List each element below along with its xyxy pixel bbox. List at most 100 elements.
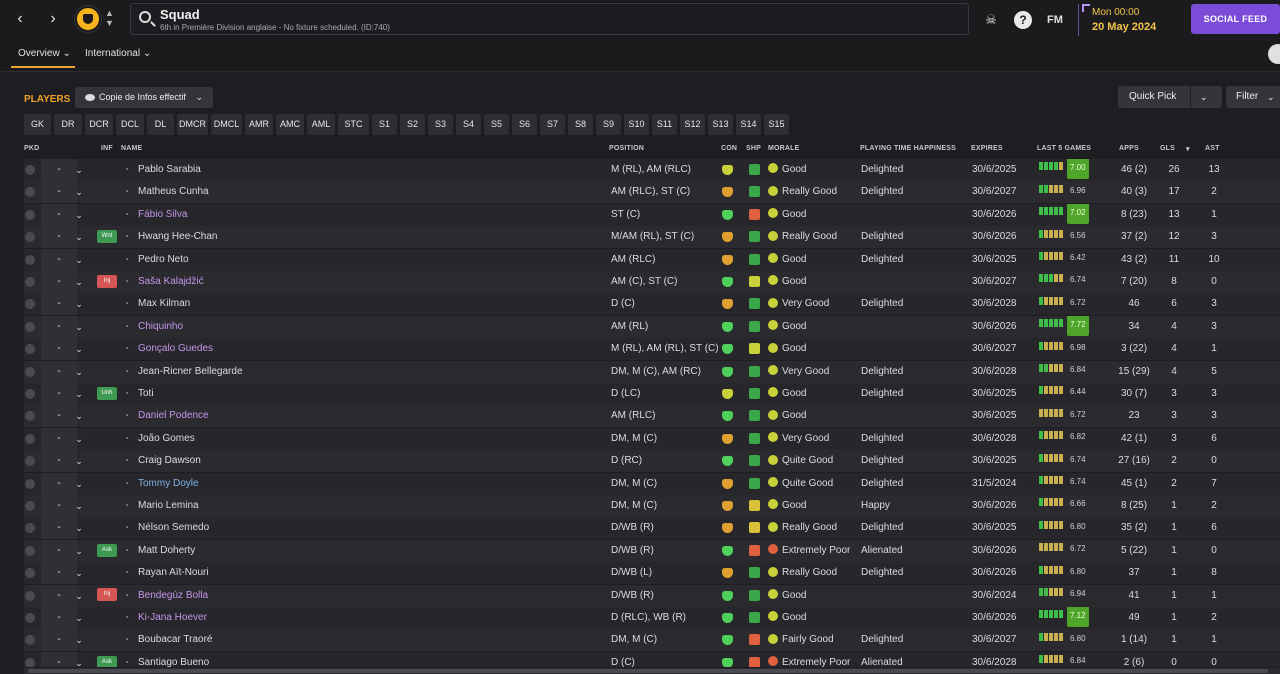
chevron-down-icon[interactable]: ⌄ [69,585,89,607]
chevron-down-icon[interactable]: ⌄ [69,383,89,405]
position-filter-stc[interactable]: STC [338,114,369,135]
position-filter-s1[interactable]: S1 [372,114,397,135]
club-switch-arrows-icon[interactable]: ▲ ▼ [105,8,114,28]
chevron-down-icon[interactable]: ⌄ [69,629,89,651]
table-row[interactable]: - ⌄ ◔ Max Kilman D (C) Very Good Delighted 30/6… [24,293,1280,316]
position-filter-s15[interactable]: S15 [764,114,789,135]
player-name[interactable]: Nélson Semedo [138,517,308,539]
column-header-expires[interactable]: EXPIRES [971,145,1003,152]
position-filter-s8[interactable]: S8 [568,114,593,135]
picked-toggle[interactable] [24,428,40,450]
picked-toggle[interactable] [24,473,40,495]
chevron-down-icon[interactable]: ⌄ [69,316,89,338]
chevron-down-icon[interactable]: ⌄ [69,428,89,450]
position-filter-s3[interactable]: S3 [428,114,453,135]
picked-toggle[interactable] [24,495,40,517]
info-badge[interactable]: Ask [97,655,117,667]
view-selector[interactable]: Copie de Infos effectif ⌄ [75,87,213,108]
position-filter-s6[interactable]: S6 [512,114,537,135]
player-name[interactable]: João Gomes [138,428,308,450]
position-filter-dcl[interactable]: DCL [116,114,144,135]
picked-toggle[interactable] [24,517,40,539]
table-row[interactable]: - ⌄ ◔ Pablo Sarabia M (RL), AM (RLC) Good Deli… [24,159,1280,181]
position-filter-dmcl[interactable]: DMCL [211,114,242,135]
chevron-down-icon[interactable]: ⌄ [69,405,89,427]
picked-toggle[interactable] [24,585,40,607]
table-row[interactable]: - ⌄ ◔ Tommy Doyle DM, M (C) Quite Good Delight… [24,472,1280,495]
position-filter-dr[interactable]: DR [54,114,82,135]
chevron-down-icon[interactable]: ⌄ [69,540,89,562]
picked-toggle[interactable] [24,316,40,338]
chevron-down-icon[interactable]: ⌄ [69,293,89,315]
tab-overview[interactable]: Overview ⌄ [11,48,75,68]
position-filter-s7[interactable]: S7 [540,114,565,135]
player-name[interactable]: Craig Dawson [138,450,308,472]
chevron-down-icon[interactable]: ⌄ [69,181,89,203]
picked-toggle[interactable] [24,226,40,248]
player-name[interactable]: Matheus Cunha [138,181,308,203]
chevron-down-icon[interactable]: ⌄ [69,562,89,584]
table-row[interactable]: - ⌄ ◔ Jean-Ricner Bellegarde DM, M (C), AM (… [24,360,1280,383]
position-filter-gk[interactable]: GK [24,114,51,135]
player-name[interactable]: Chiquinho [138,316,308,338]
table-row[interactable]: - ⌄ ◔ Craig Dawson D (RC) Quite Good Delighted… [24,450,1280,473]
player-name[interactable]: Pedro Neto [138,249,308,271]
table-row[interactable]: - ⌄ Wnt ◔ Hwang Hee-Chan M/AM (RL), ST (C) Rea… [24,226,1280,249]
table-row[interactable]: - ⌄ ◔ Ki-Jana Hoever D (RLC), WB (R) Good 30/6… [24,607,1280,629]
position-filter-s13[interactable]: S13 [708,114,733,135]
club-crest-icon[interactable] [75,6,101,32]
info-badge[interactable]: Unh [97,386,117,400]
chevron-down-icon[interactable]: ⌄ [69,361,89,383]
position-filter-aml[interactable]: AML [307,114,335,135]
table-row[interactable]: - ⌄ ◔ Rayan Aït-Nouri D/WB (L) Really Good Del… [24,562,1280,585]
position-filter-s11[interactable]: S11 [652,114,677,135]
table-row[interactable]: - ⌄ ◔ Gonçalo Guedes M (RL), AM (RL), ST (C)… [24,338,1280,361]
table-row[interactable]: - ⌄ ◔ Daniel Podence AM (RLC) Good 30/6/2025 6.… [24,405,1280,428]
picked-toggle[interactable] [24,159,40,181]
player-name[interactable]: Boubacar Traoré [138,629,308,651]
picked-toggle[interactable] [24,293,40,315]
picked-toggle[interactable] [24,607,40,629]
player-name[interactable]: Jean-Ricner Bellegarde [138,361,308,383]
info-badge[interactable]: Wnt [97,230,117,244]
player-name[interactable]: Rayan Aït-Nouri [138,562,308,584]
table-row[interactable]: - ⌄ ◔ Pedro Neto AM (RLC) Good Delighted 30/6/2… [24,248,1280,271]
social-feed-button[interactable]: SOCIAL FEED [1191,4,1280,34]
player-name[interactable]: Saša Kalajdžić [138,271,308,293]
position-filter-s14[interactable]: S14 [736,114,761,135]
position-filter-s12[interactable]: S12 [680,114,705,135]
picked-toggle[interactable] [24,629,40,651]
player-name[interactable]: Toti [138,383,308,405]
info-badge[interactable]: Inj [97,274,117,288]
chevron-down-icon[interactable]: ⌄ [69,338,89,360]
quick-pick-button[interactable]: Quick Pick ⌄ [1118,86,1222,108]
position-filter-s5[interactable]: S5 [484,114,509,135]
chevron-down-icon[interactable]: ⌄ [1200,86,1208,108]
chevron-down-icon[interactable]: ⌄ [69,204,89,226]
scrollbar-thumb[interactable] [28,669,1268,673]
column-header-gls[interactable]: GLS [1160,145,1175,152]
chevron-down-icon[interactable]: ⌄ [69,652,89,667]
player-name[interactable]: Ki-Jana Hoever [138,607,308,629]
player-name[interactable]: Bendegúz Bolla [138,585,308,607]
chevron-down-icon[interactable]: ⌄ [69,226,89,248]
picked-toggle[interactable] [24,271,40,293]
column-header-position[interactable]: POSITION [609,145,644,152]
picked-toggle[interactable] [24,361,40,383]
picked-toggle[interactable] [24,450,40,472]
player-name[interactable]: Mario Lemina [138,495,308,517]
info-badge[interactable]: Ask [97,543,117,557]
chevron-down-icon[interactable]: ⌄ [69,450,89,472]
table-row[interactable]: - ⌄ ◔ Boubacar Traoré DM, M (C) Fairly Good De… [24,629,1280,652]
player-name[interactable]: Santiago Bueno [138,652,308,667]
chevron-down-icon[interactable]: ⌄ [69,473,89,495]
player-name[interactable]: Tommy Doyle [138,473,308,495]
chevron-down-icon[interactable]: ⌄ [69,249,89,271]
table-row[interactable]: - ⌄ ◔ Chiquinho AM (RL) Good 30/6/2026 7.72 34 4 3 [24,315,1280,338]
sort-desc-icon[interactable]: ▾ [1186,145,1190,153]
forward-arrow-icon[interactable]: › [42,8,64,30]
picked-toggle[interactable] [24,652,40,667]
position-filter-dmcr[interactable]: DMCR [177,114,208,135]
table-row[interactable]: - ⌄ ◔ João Gomes DM, M (C) Very Good Delighted… [24,427,1280,450]
search-bar[interactable]: Squad 6th in Première Division anglaise … [130,3,969,35]
